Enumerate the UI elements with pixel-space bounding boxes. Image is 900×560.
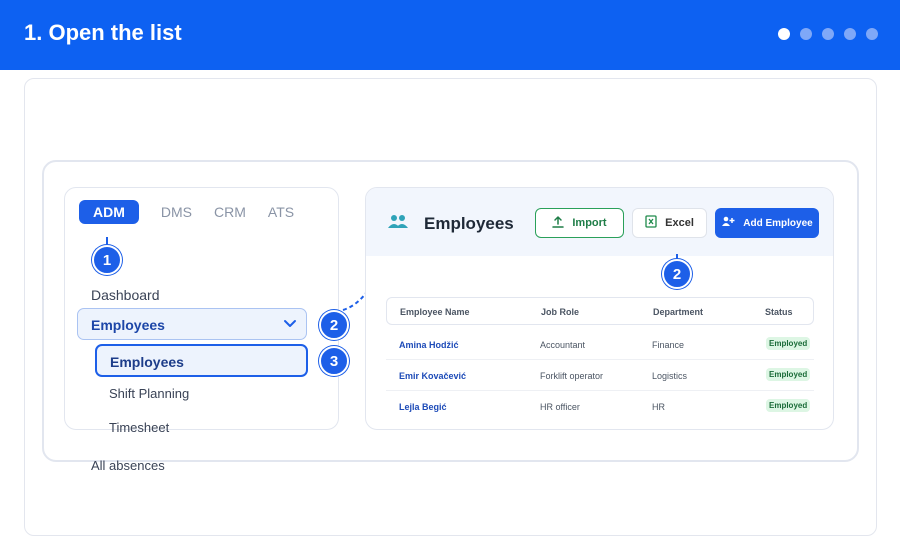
people-icon	[387, 214, 409, 235]
step-dot-3[interactable]	[822, 28, 834, 40]
import-button[interactable]: Import	[535, 208, 624, 238]
step-title: 1. Open the list	[24, 20, 182, 45]
department: HR	[652, 402, 665, 412]
step-dot-4[interactable]	[844, 28, 856, 40]
top-bar: 1. Open the list	[0, 0, 900, 70]
status-badge: Employed	[766, 399, 811, 412]
step-dot-1[interactable]	[778, 28, 790, 40]
step-badge-2-panel: 2	[662, 259, 692, 289]
status-badge: Employed	[766, 337, 811, 350]
employee-name[interactable]: Lejla Begić	[399, 402, 447, 412]
sidebar-item-dashboard[interactable]: Dashboard	[91, 287, 160, 303]
sidebar-item-timesheet[interactable]: Timesheet	[109, 420, 169, 435]
table-row[interactable]: Lejla Begić HR officer HR Employed	[386, 391, 814, 422]
step-dot-5[interactable]	[866, 28, 878, 40]
job-role: Accountant	[540, 340, 586, 350]
add-employee-button[interactable]: Add Employee	[715, 208, 819, 238]
module-tabs: ADM DMS CRM ATS	[79, 200, 316, 224]
sidebar-item-shift-planning[interactable]: Shift Planning	[109, 386, 189, 401]
column-header-status[interactable]: Status	[765, 307, 793, 317]
excel-icon	[645, 215, 657, 231]
sidebar-group-employees[interactable]: Employees	[77, 308, 307, 340]
excel-label: Excel	[665, 217, 694, 229]
tab-dms[interactable]: DMS	[161, 200, 192, 224]
table-row[interactable]: Emir Kovačević Forklift operator Logisti…	[386, 360, 814, 391]
department: Logistics	[652, 371, 688, 381]
employee-table: Employee Name Job Role Department Status…	[386, 297, 814, 422]
tab-adm[interactable]: ADM	[79, 200, 139, 224]
excel-button[interactable]: Excel	[632, 208, 707, 238]
upload-icon	[552, 215, 565, 231]
sidebar-item-label: Employees	[110, 354, 184, 370]
department: Finance	[652, 340, 685, 350]
sidebar-item-employees[interactable]: Employees	[95, 344, 308, 377]
table-header: Employee Name Job Role Department Status	[386, 297, 814, 325]
sidebar-item-all-absences[interactable]: All absences	[91, 458, 165, 473]
add-user-icon	[721, 216, 735, 230]
column-header-role[interactable]: Job Role	[541, 307, 579, 317]
tab-ats[interactable]: ATS	[268, 200, 294, 224]
panel-header: Employees Import Excel Add Employee	[366, 188, 833, 256]
job-role: HR officer	[540, 402, 580, 412]
employees-panel: Employees Import Excel Add Employee 2 Em…	[365, 187, 834, 430]
sidebar-group-label: Employees	[91, 317, 165, 333]
add-employee-label: Add Employee	[743, 217, 813, 229]
step-indicator	[778, 28, 878, 40]
column-header-department[interactable]: Department	[653, 307, 703, 317]
step-badge-1: 1	[92, 245, 122, 275]
page-title: Employees	[424, 214, 514, 233]
job-role: Forklift operator	[540, 371, 604, 381]
employee-name[interactable]: Emir Kovačević	[399, 371, 466, 381]
import-label: Import	[572, 217, 607, 229]
step-badge-3: 3	[319, 346, 349, 376]
step-dot-2[interactable]	[800, 28, 812, 40]
step-badge-2-sidebar: 2	[319, 310, 349, 340]
table-row[interactable]: Amina Hodžić Accountant Finance Employed	[386, 329, 814, 360]
chevron-down-icon	[282, 315, 298, 336]
status-badge: Employed	[766, 368, 811, 381]
employee-name[interactable]: Amina Hodžić	[399, 340, 459, 350]
tab-crm[interactable]: CRM	[214, 200, 246, 224]
column-header-name[interactable]: Employee Name	[400, 307, 470, 317]
